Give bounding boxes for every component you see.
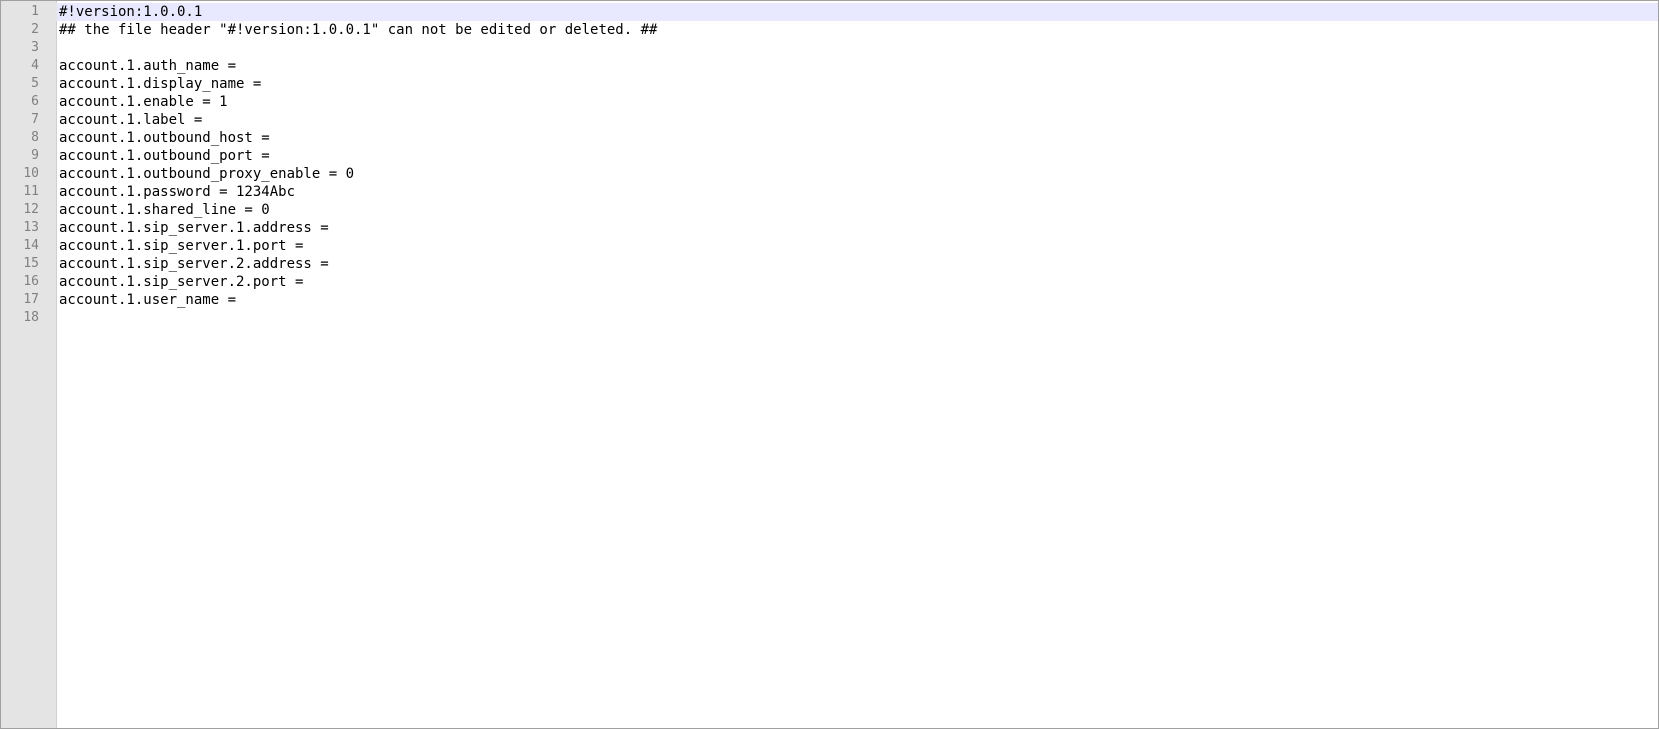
editor-line[interactable]: 5 account.1.display_name = — [1, 75, 1658, 93]
editor-line[interactable]: 9 account.1.outbound_port = — [1, 147, 1658, 165]
line-text[interactable]: account.1.label = — [59, 111, 202, 129]
line-text[interactable]: account.1.sip_server.2.address = — [59, 255, 329, 273]
editor-line[interactable]: 16 account.1.sip_server.2.port = — [1, 273, 1658, 291]
line-text[interactable]: account.1.sip_server.1.address = — [59, 219, 329, 237]
line-number: 13 — [23, 220, 39, 235]
line-number: 9 — [31, 148, 39, 163]
editor-line[interactable]: 14 account.1.sip_server.1.port = — [1, 237, 1658, 255]
line-number: 3 — [31, 40, 39, 55]
editor-line[interactable]: 17 account.1.user_name = — [1, 291, 1658, 309]
editor-line[interactable]: 7 account.1.label = — [1, 111, 1658, 129]
line-number: 14 — [23, 238, 39, 253]
editor-line[interactable]: 3 — [1, 39, 1658, 57]
line-text[interactable]: account.1.shared_line = 0 — [59, 201, 270, 219]
line-text[interactable]: account.1.user_name = — [59, 291, 236, 309]
line-text[interactable]: account.1.outbound_host = — [59, 129, 270, 147]
line-text[interactable]: account.1.password = 1234Abc — [59, 183, 295, 201]
line-number: 5 — [31, 76, 39, 91]
editor-line[interactable]: 1 #!version:1.0.0.1 — [1, 3, 1658, 21]
line-text[interactable]: account.1.sip_server.2.port = — [59, 273, 303, 291]
line-number: 12 — [23, 202, 39, 217]
line-number: 16 — [23, 274, 39, 289]
line-text[interactable]: ## the file header "#!version:1.0.0.1" c… — [59, 21, 657, 39]
editor-line[interactable]: 12 account.1.shared_line = 0 — [1, 201, 1658, 219]
line-number: 2 — [31, 22, 39, 37]
line-number: 7 — [31, 112, 39, 127]
editor-line[interactable]: 10 account.1.outbound_proxy_enable = 0 — [1, 165, 1658, 183]
editor-line[interactable]: 15 account.1.sip_server.2.address = — [1, 255, 1658, 273]
editor-line[interactable]: 4 account.1.auth_name = — [1, 57, 1658, 75]
line-text[interactable]: account.1.outbound_proxy_enable = 0 — [59, 165, 354, 183]
line-number: 15 — [23, 256, 39, 271]
text-editor[interactable]: 1 #!version:1.0.0.1 2 ## the file header… — [0, 0, 1659, 729]
line-number: 11 — [23, 184, 39, 199]
line-text[interactable]: account.1.auth_name = — [59, 57, 236, 75]
line-text[interactable]: account.1.enable = 1 — [59, 93, 228, 111]
editor-line[interactable]: 13 account.1.sip_server.1.address = — [1, 219, 1658, 237]
line-number: 4 — [31, 58, 39, 73]
line-number: 8 — [31, 130, 39, 145]
line-number: 18 — [23, 310, 39, 325]
editor-line[interactable]: 2 ## the file header "#!version:1.0.0.1"… — [1, 21, 1658, 39]
line-text[interactable]: account.1.outbound_port = — [59, 147, 270, 165]
line-number: 1 — [31, 4, 39, 19]
editor-lines[interactable]: 1 #!version:1.0.0.1 2 ## the file header… — [1, 3, 1658, 327]
line-text[interactable]: account.1.display_name = — [59, 75, 261, 93]
line-text[interactable]: #!version:1.0.0.1 — [59, 3, 202, 21]
line-text[interactable]: account.1.sip_server.1.port = — [59, 237, 303, 255]
line-number: 6 — [31, 94, 39, 109]
editor-line[interactable]: 18 — [1, 309, 1658, 327]
line-number: 17 — [23, 292, 39, 307]
line-number: 10 — [23, 166, 39, 181]
editor-line[interactable]: 8 account.1.outbound_host = — [1, 129, 1658, 147]
editor-line[interactable]: 6 account.1.enable = 1 — [1, 93, 1658, 111]
editor-line[interactable]: 11 account.1.password = 1234Abc — [1, 183, 1658, 201]
